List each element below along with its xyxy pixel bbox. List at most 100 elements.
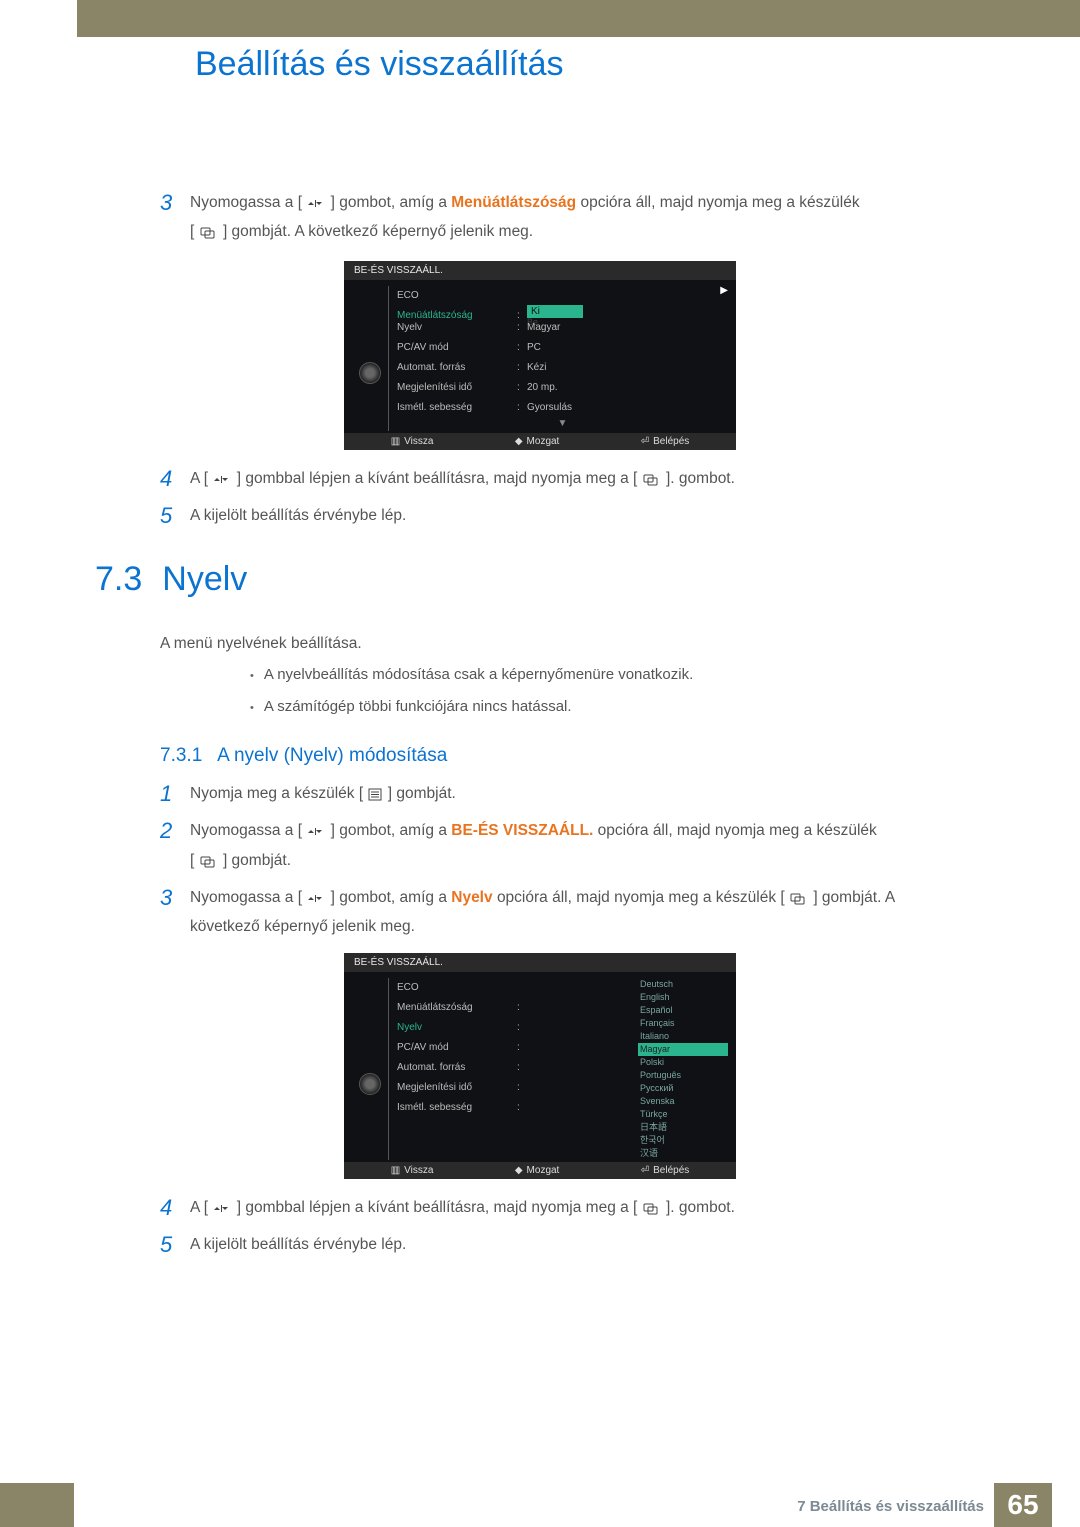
step-text: Nyomja meg a készülék [ ] gombját. — [190, 781, 456, 810]
osd-item: Ismétl. sebesség — [397, 402, 517, 413]
text: ] gombot, amíg a — [331, 194, 452, 211]
step-text: Nyomogassa a [ ] gombot, amíg a BE-ÉS VI… — [190, 818, 877, 877]
osd-item: Megjelenítési idő — [397, 1082, 517, 1093]
up-down-icon — [213, 469, 231, 495]
step-number: 3 — [160, 190, 190, 249]
step-number: 4 — [160, 466, 190, 495]
step-text: Nyomogassa a [ ] gombot, amíg a Menüátlá… — [190, 190, 860, 249]
sub-step-1: 1 Nyomja meg a készülék [ ] gombját. — [160, 781, 920, 810]
enter-icon — [643, 469, 661, 495]
osd-value: Magyar — [527, 322, 560, 333]
osd-value: Kézi — [527, 362, 546, 373]
osd-item: Automat. forrás — [397, 1062, 517, 1073]
sub-step-5: 5 A kijelölt beállítás érvénybe lép. — [160, 1232, 920, 1258]
osd-item: ECO — [397, 290, 517, 301]
footer-chapter: 7 Beállítás és visszaállítás — [797, 1498, 984, 1515]
step-text: A kijelölt beállítás érvénybe lép. — [190, 503, 406, 529]
gear-icon — [359, 1073, 381, 1095]
up-down-icon — [307, 821, 325, 847]
text: A [ — [190, 470, 208, 487]
language-option: Español — [638, 1004, 728, 1017]
back-button: ▥ Vissza — [391, 436, 434, 447]
text: opcióra áll, majd nyomja meg a készülék — [598, 822, 877, 839]
section-7-3: 7.3 Nyelv A menü nyelvének beállítása. A… — [160, 560, 920, 1266]
enter-icon — [790, 888, 808, 914]
text: ]. gombot. — [666, 1199, 735, 1216]
step-5: 5 A kijelölt beállítás érvénybe lép. — [160, 503, 920, 529]
language-list: DeutschEnglishEspañolFrançaisItalianoMag… — [638, 978, 728, 1160]
step-number: 5 — [160, 1232, 190, 1258]
text: A [ — [190, 1199, 208, 1216]
steps-block-1: 3 Nyomogassa a [ ] gombot, amíg a Menüát… — [160, 190, 920, 537]
osd-footer: ▥ Vissza ◆ Mozgat ⏎ Belépés — [344, 433, 736, 450]
gear-icon — [359, 362, 381, 384]
step-text: A kijelölt beállítás érvénybe lép. — [190, 1232, 406, 1258]
section-intro: A menü nyelvének beállítása. — [160, 635, 920, 653]
subsection-number: 7.3.1 — [160, 745, 202, 766]
language-option: Français — [638, 1017, 728, 1030]
osd-item: Menüátlátszóság — [397, 1002, 517, 1013]
subsection-heading: 7.3.1 A nyelv (Nyelv) módosítása — [160, 745, 920, 767]
language-option: Русский — [638, 1082, 728, 1095]
sub-step-3: 3 Nyomogassa a [ ] gombot, amíg a Nyelv … — [160, 885, 920, 941]
text: Nyomja meg a készülék [ — [190, 785, 367, 802]
text: opcióra áll, majd nyomja meg a készülék — [580, 194, 859, 211]
text: [ — [190, 223, 194, 240]
text: ] gombbal lépjen a kívánt beállításra, m… — [237, 470, 638, 487]
keyword: Menüátlátszóság — [451, 194, 576, 211]
move-button: ◆ Mozgat — [515, 436, 560, 447]
osd-value-highlight: Ki — [527, 305, 583, 318]
osd-screenshot-2: BE-ÉS VISSZAÁLL. ECO Menüátlátszóság: Ny… — [344, 953, 736, 1179]
chevron-down-icon: ▼ — [397, 418, 728, 431]
language-option: Italiano — [638, 1030, 728, 1043]
text: ] gombot, amíg a — [331, 889, 452, 906]
menu-icon — [368, 784, 382, 810]
osd-value: PC — [527, 342, 541, 353]
bullet-item: A számítógép többi funkciójára nincs hat… — [250, 695, 920, 719]
step-number: 4 — [160, 1195, 190, 1224]
osd-footer: ▥ Vissza ◆ Mozgat ⏎ Belépés — [344, 1162, 736, 1179]
language-option: Svenska — [638, 1095, 728, 1108]
text: ] gombbal lépjen a kívánt beállításra, m… — [237, 1199, 638, 1216]
section-heading: 7.3 Nyelv — [95, 560, 920, 599]
language-option: 汉语 — [638, 1147, 728, 1160]
subsection-title: A nyelv (Nyelv) módosítása — [217, 745, 447, 766]
chapter-title: Beállítás és visszaállítás — [195, 45, 564, 84]
footer-accent — [0, 1483, 74, 1527]
up-down-icon — [307, 888, 325, 914]
text: Nyomogassa a [ — [190, 822, 302, 839]
move-button: ◆ Mozgat — [515, 1165, 560, 1176]
osd-item: PC/AV mód — [397, 342, 517, 353]
keyword: BE-ÉS VISSZAÁLL. — [451, 822, 593, 839]
arrow-right-icon: ▶ — [720, 285, 728, 296]
text: [ — [190, 852, 194, 869]
language-option: Magyar — [638, 1043, 728, 1056]
osd-item: ECO — [397, 982, 517, 993]
language-option: Türkçe — [638, 1108, 728, 1121]
step-4: 4 A [ ] gombbal lépjen a kívánt beállítá… — [160, 466, 920, 495]
enter-button: ⏎ Belépés — [641, 436, 690, 447]
language-option: 日本語 — [638, 1121, 728, 1134]
section-number: 7.3 — [95, 560, 142, 599]
text: ] gombot, amíg a — [331, 822, 452, 839]
step-number: 1 — [160, 781, 190, 810]
step-number: 2 — [160, 818, 190, 877]
bullet-item: A nyelvbeállítás módosítása csak a képer… — [250, 663, 920, 687]
osd-value: 20 mp. — [527, 382, 558, 393]
osd-item: Megjelenítési idő — [397, 382, 517, 393]
header-stripe — [77, 0, 1080, 37]
step-3: 3 Nyomogassa a [ ] gombot, amíg a Menüát… — [160, 190, 920, 249]
enter-button: ⏎ Belépés — [641, 1165, 690, 1176]
sub-step-4: 4 A [ ] gombbal lépjen a kívánt beállítá… — [160, 1195, 920, 1224]
text: ]. gombot. — [666, 470, 735, 487]
osd-item: Automat. forrás — [397, 362, 517, 373]
text: Nyomogassa a [ — [190, 889, 302, 906]
bullet-list: A nyelvbeállítás módosítása csak a képer… — [250, 663, 920, 719]
sub-step-2: 2 Nyomogassa a [ ] gombot, amíg a BE-ÉS … — [160, 818, 920, 877]
osd-item-selected: Menüátlátszóság — [397, 310, 517, 321]
osd-screenshot-1: BE-ÉS VISSZAÁLL. ▶ ECO Menüátlátszóság :… — [344, 261, 736, 450]
language-option: Deutsch — [638, 978, 728, 991]
text: ] gombját. — [388, 785, 456, 802]
up-down-icon — [213, 1198, 231, 1224]
section-title: Nyelv — [162, 560, 247, 599]
